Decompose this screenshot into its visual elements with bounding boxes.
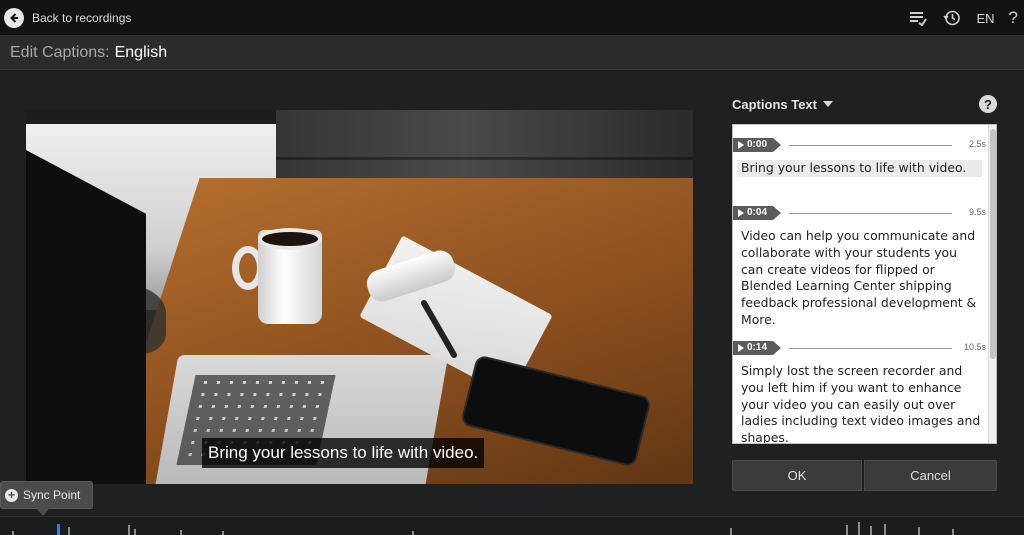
ok-button[interactable]: OK (732, 460, 862, 491)
back-to-recordings-button[interactable]: Back to recordings (4, 7, 131, 29)
caption-timestamp-row: 0:04 9.5s (733, 206, 986, 220)
captions-list[interactable]: 0:00 2.5s Bring your lessons to life wit… (732, 124, 997, 444)
page-title-language: English (114, 43, 168, 61)
top-bar: Back to recordings EN ? (0, 0, 1024, 36)
waveform-bar (730, 528, 732, 535)
plus-icon[interactable]: + (5, 488, 18, 502)
page-title-bar: Edit Captions: English (0, 36, 1024, 70)
waveform-bar (884, 524, 886, 535)
history-icon[interactable] (942, 8, 962, 28)
caption-text-field[interactable]: Simply lost the screen recorder and you … (737, 363, 982, 443)
back-to-recordings-label[interactable]: Back to recordings (32, 11, 131, 25)
caption-duration-line (789, 213, 952, 214)
cancel-button[interactable]: Cancel (864, 460, 997, 491)
top-right-toolbar: EN ? (908, 8, 1018, 28)
audio-timeline[interactable] (0, 516, 1024, 535)
timeline-playhead[interactable] (57, 524, 60, 535)
caption-duration: 2.5s (968, 139, 986, 149)
back-arrow-icon[interactable] (4, 8, 24, 28)
waveform-bar (846, 525, 848, 535)
waveform-bar (12, 531, 14, 535)
waveform-bar (128, 525, 130, 535)
chevron-down-icon[interactable] (823, 101, 833, 107)
waveform-bar (858, 522, 860, 535)
caption-duration-line (789, 348, 952, 349)
waveform-bar (870, 526, 872, 535)
video-caption-overlay: Bring your lessons to life with video. (202, 438, 485, 468)
sync-point-button[interactable]: + Sync Point (0, 481, 93, 509)
caption-duration: 9.5s (968, 207, 986, 217)
waveform-bar (918, 527, 920, 535)
caption-play-timestamp-button[interactable]: 0:00 (733, 138, 781, 152)
caption-play-timestamp-button[interactable]: 0:04 (733, 206, 781, 220)
waveform-bar (180, 530, 182, 535)
waveform-bar (68, 527, 70, 535)
captions-text-label[interactable]: Captions Text (732, 97, 817, 112)
waveform-bar (952, 529, 954, 535)
sync-point-pointer (36, 508, 50, 516)
video-scene-coffee (258, 228, 322, 250)
sync-point-label[interactable]: Sync Point (23, 488, 80, 502)
captions-text-dropdown[interactable]: Captions Text (732, 96, 833, 112)
page-title-prefix: Edit Captions: (10, 43, 110, 61)
captions-edit-icon[interactable] (908, 8, 928, 28)
captions-scroll-thumb[interactable] (990, 129, 996, 359)
language-selector[interactable]: EN (976, 11, 994, 26)
help-icon[interactable]: ? (1009, 8, 1018, 28)
caption-play-timestamp-button[interactable]: 0:14 (733, 341, 781, 355)
video-player[interactable]: Bring your lessons to life with video. (26, 110, 693, 484)
caption-duration: 10.5s (963, 342, 986, 352)
caption-text-field[interactable]: Video can help you communicate and colla… (737, 228, 982, 329)
caption-duration-line (789, 145, 952, 146)
waveform-bar (134, 529, 136, 535)
caption-timestamp-row: 0:14 10.5s (733, 341, 986, 355)
waveform-bar (222, 531, 224, 535)
captions-help-icon[interactable]: ? (979, 95, 997, 113)
waveform-bar (412, 531, 414, 535)
captions-scrollbar[interactable] (988, 125, 996, 443)
video-scene-frame (26, 110, 276, 124)
caption-timestamp-row: 0:00 2.5s (733, 138, 986, 152)
caption-text-field[interactable]: Bring your lessons to life with video. (737, 160, 982, 177)
